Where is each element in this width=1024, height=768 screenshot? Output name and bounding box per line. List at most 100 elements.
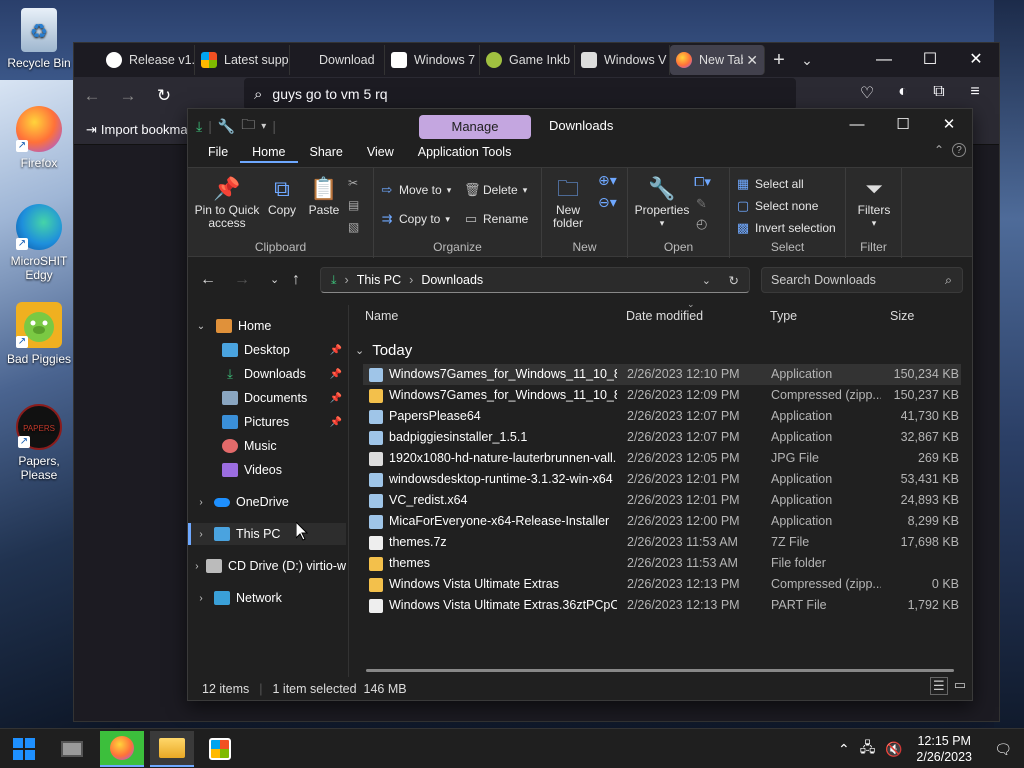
minimize-button[interactable]: — [861, 43, 907, 77]
file-row[interactable]: Windows Vista Ultimate Extras.36ztPCpC..… [363, 595, 961, 616]
new-folder-button[interactable]: 🗀 New folder [546, 174, 590, 230]
list-tabs-chevron-icon[interactable]: ⌄ [793, 52, 821, 69]
reload-icon[interactable]: ↻ [146, 86, 182, 106]
file-row[interactable]: themes 2/26/2023 11:53 AM File folder [363, 553, 961, 574]
file-row[interactable]: MicaForEveryone-x64-Release-Installer 2/2… [363, 511, 961, 532]
new-item-icon[interactable]: ⊕▾ [598, 172, 617, 189]
new-tab-button[interactable]: + [765, 49, 793, 72]
recent-locations-icon[interactable]: ⌄ [270, 273, 279, 286]
large-icons-view-icon[interactable]: ▭ [954, 677, 966, 695]
notifications-button[interactable]: 🗨 [994, 729, 1012, 768]
file-row[interactable]: 1920x1080-hd-nature-lauterbrunnen-vall..… [363, 448, 961, 469]
nav-videos[interactable]: Videos [188, 459, 346, 481]
file-row[interactable]: Windows7Games_for_Windows_11_10_8 2/26/20… [363, 385, 961, 406]
file-row[interactable]: Windows7Games_for_Windows_11_10_8 2/26/20… [363, 364, 961, 385]
desktop-icon-bad-piggies[interactable]: ↗ Bad Piggies [3, 302, 75, 366]
taskbar-firefox[interactable] [100, 731, 144, 767]
new-folder-icon[interactable]: 🗀 [241, 114, 255, 138]
move-to-button[interactable]: ⇨ Move to ▾ [380, 182, 452, 198]
nav-documents[interactable]: Documents 📌 [188, 387, 346, 409]
copy-path-icon[interactable]: ▤ [348, 198, 359, 212]
manage-tab[interactable]: Manage [419, 115, 531, 139]
rename-button[interactable]: ▭ Rename [464, 211, 529, 227]
tab-file[interactable]: File [196, 143, 240, 163]
task-view-button[interactable] [50, 731, 94, 767]
taskbar-store[interactable] [198, 731, 242, 767]
open-icon[interactable]: ⧠▾ [694, 174, 711, 190]
maximize-button[interactable]: ☐ [880, 109, 926, 141]
desktop-icon-papers-please[interactable]: PAPERS ↗ Papers, Please [3, 404, 75, 482]
close-tab-icon[interactable]: ✕ [746, 52, 758, 69]
invert-selection-button[interactable]: ▩ Invert selection [736, 220, 836, 236]
copy-button[interactable]: ⧉ Copy [262, 174, 302, 217]
chevron-right-icon[interactable]: › [194, 497, 208, 508]
chevron-right-icon[interactable]: › [194, 593, 208, 604]
file-row[interactable]: VC_redist.x64 2/26/2023 12:01 PM Applicati… [363, 490, 961, 511]
column-date-modified[interactable]: Date modified [626, 309, 703, 323]
forward-icon[interactable]: → [110, 86, 146, 106]
tab-view[interactable]: View [355, 143, 406, 163]
details-view-icon[interactable]: ☰ [930, 677, 948, 695]
nav-downloads[interactable]: ⤓ Downloads 📌 [188, 363, 346, 385]
file-row[interactable]: PapersPlease64 2/26/2023 12:07 PM Applicat… [363, 406, 961, 427]
tab-download[interactable]: Download [290, 45, 385, 75]
cut-icon[interactable]: ✂ [348, 176, 358, 190]
chevron-right-icon[interactable]: › [194, 529, 208, 540]
column-size[interactable]: Size [890, 309, 914, 323]
forward-icon[interactable]: → [234, 271, 250, 289]
paste-shortcut-icon[interactable]: ▧ [348, 220, 359, 234]
column-type[interactable]: Type [770, 309, 797, 323]
extensions-icon[interactable]: ⧉ [924, 83, 954, 101]
nav-desktop[interactable]: Desktop 📌 [188, 339, 346, 361]
delete-button[interactable]: 🗑 Delete ▾ [464, 182, 527, 198]
tab-application-tools[interactable]: Application Tools [406, 143, 524, 163]
tab-game[interactable]: Game Inkb [480, 45, 575, 75]
tab-release[interactable]: Release v1. [100, 45, 195, 75]
account-icon[interactable]: ◐ [888, 83, 918, 101]
nav-pictures[interactable]: Pictures 📌 [188, 411, 346, 433]
volume-muted-icon[interactable]: 🔇 [885, 741, 902, 758]
tab-home[interactable]: Home [240, 143, 298, 163]
history-icon[interactable]: ◴ [696, 216, 707, 232]
paste-button[interactable]: 📋 Paste [304, 174, 344, 217]
taskbar-file-explorer[interactable] [150, 731, 194, 767]
breadcrumb-this-pc[interactable]: This PC [357, 273, 401, 287]
close-button[interactable]: ✕ [953, 43, 999, 77]
search-input[interactable]: Search Downloads ⌕ [761, 267, 963, 293]
minimize-button[interactable]: — [834, 109, 880, 141]
clock[interactable]: 12:15 PM 2/26/2023 [916, 733, 972, 765]
horizontal-scrollbar[interactable] [366, 669, 954, 672]
desktop-icon-firefox[interactable]: ↗ Firefox [3, 106, 75, 170]
pocket-icon[interactable]: ♡ [852, 83, 882, 103]
file-row[interactable]: themes.7z 2/26/2023 11:53 AM 7Z File 17,698… [363, 532, 961, 553]
menu-icon[interactable]: ≡ [960, 83, 990, 101]
pin-quick-access-button[interactable]: 📌 Pin to Quick access [194, 174, 260, 230]
nav-onedrive[interactable]: › OneDrive [188, 491, 346, 513]
refresh-icon[interactable]: ↻ [729, 273, 739, 288]
collapse-ribbon-icon[interactable]: ⌃ [934, 143, 944, 157]
file-row[interactable]: Windows Vista Ultimate Extras 2/26/2023 1… [363, 574, 961, 595]
select-none-button[interactable]: ▢ Select none [736, 198, 819, 214]
qa-dropdown-icon[interactable]: ▾ [261, 121, 266, 132]
tab-new-tab[interactable]: New Tab ✕ [670, 45, 765, 75]
nav-music[interactable]: Music [188, 435, 346, 457]
address-dropdown-icon[interactable]: ⌄ [702, 274, 711, 287]
show-hidden-icons-chevron-icon[interactable]: ⌃ [838, 741, 850, 758]
back-icon[interactable]: ← [200, 271, 216, 289]
file-row[interactable]: badpiggiesinstaller_1.5.1 2/26/2023 12:07… [363, 427, 961, 448]
select-all-button[interactable]: ▦ Select all [736, 176, 804, 192]
chevron-right-icon[interactable]: › [194, 561, 200, 572]
breadcrumb-downloads[interactable]: Downloads [421, 273, 483, 287]
copy-to-button[interactable]: ⇉ Copy to ▾ [380, 211, 450, 227]
start-button[interactable] [2, 731, 46, 767]
properties-button[interactable]: 🔧 Properties ▾ [632, 174, 692, 230]
desktop-icon-edge[interactable]: ↗ MicroSHIT Edgy [3, 204, 75, 282]
column-name[interactable]: Name [365, 309, 398, 323]
maximize-button[interactable]: ☐ [907, 43, 953, 77]
file-row[interactable]: windowsdesktop-runtime-3.1.32-win-x64 2/2… [363, 469, 961, 490]
edit-icon[interactable]: ✎ [696, 196, 707, 212]
address-bar[interactable]: ⤓ › This PC › Downloads ⌄ ↻ [320, 267, 750, 293]
tab-share[interactable]: Share [298, 143, 355, 163]
import-bookmarks-link[interactable]: Import bookma [101, 122, 188, 137]
network-icon[interactable]: 🖧 [860, 737, 876, 761]
